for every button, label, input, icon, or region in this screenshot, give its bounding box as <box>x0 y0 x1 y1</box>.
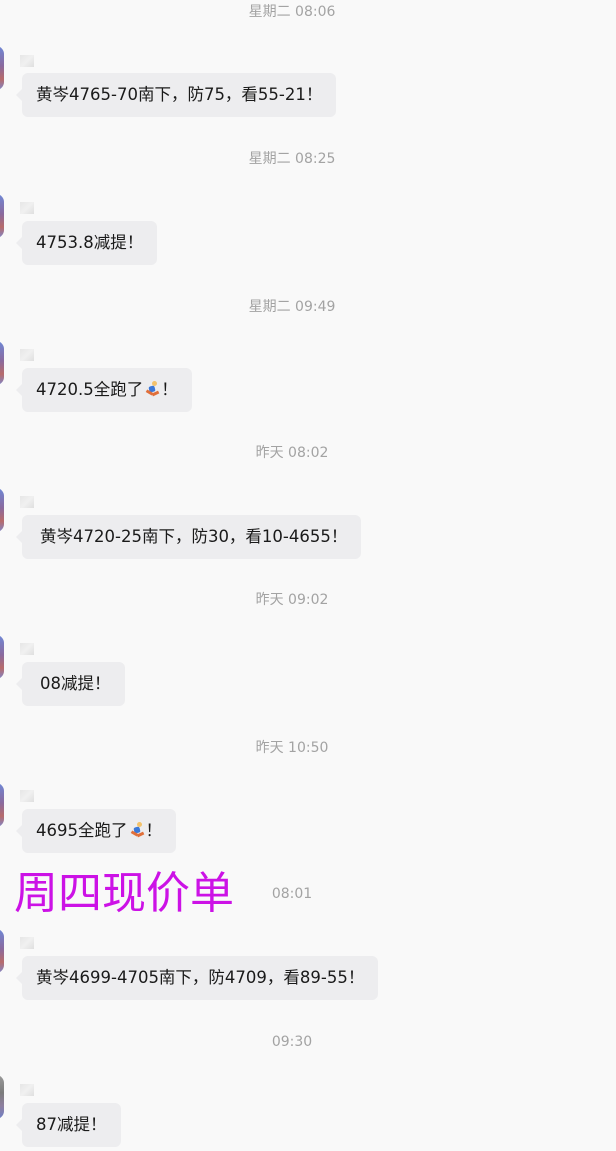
sender-avatar[interactable] <box>0 783 4 827</box>
sender-avatar[interactable] <box>0 929 4 973</box>
message-text: 4720.5全跑了 <box>36 380 144 399</box>
message-text: 黄岑4765-70南下，防75，看55-21！ <box>36 85 323 104</box>
message-bubble[interactable]: 黄岑4720-25南下，防30，看10-4655！ <box>15 515 362 559</box>
message-text: 黄岑4720-25南下，防30，看10-4655！ <box>40 527 348 546</box>
message-timestamp: 昨天 09:02 <box>255 592 329 608</box>
sender-avatar[interactable] <box>0 341 4 385</box>
sender-nickname <box>20 349 34 361</box>
message-text: 黄岑4699-4705南下，防4709，看89-55！ <box>36 968 365 987</box>
message-timestamp: 09:30 <box>271 1034 313 1050</box>
message-text: 08减提！ <box>40 674 111 693</box>
message-bubble[interactable]: 87减提！ <box>16 1103 121 1147</box>
message-timestamp: 星期二 09:49 <box>248 299 336 315</box>
message-bubble[interactable]: 4753.8减提！ <box>15 221 158 265</box>
sender-avatar[interactable] <box>0 194 4 238</box>
sender-avatar[interactable] <box>0 635 4 679</box>
running-person-icon <box>129 822 145 838</box>
sender-nickname <box>20 1084 34 1096</box>
sender-avatar[interactable] <box>0 488 4 532</box>
message-timestamp: 昨天 10:50 <box>255 740 329 756</box>
message-timestamp: 星期二 08:06 <box>248 4 336 20</box>
sender-avatar[interactable] <box>0 46 4 90</box>
message-timestamp: 昨天 08:02 <box>255 445 329 461</box>
message-bubble[interactable]: 黄岑4699-4705南下，防4709，看89-55！ <box>15 956 379 1000</box>
sender-nickname <box>20 202 34 214</box>
message-timestamp: 星期二 08:25 <box>248 151 336 167</box>
message-bubble[interactable]: 黄岑4765-70南下，防75，看55-21！ <box>15 73 337 117</box>
sender-nickname <box>20 790 34 802</box>
sender-nickname <box>20 55 34 67</box>
sender-nickname <box>20 937 34 949</box>
message-text-suffix: ！ <box>161 380 178 399</box>
sender-nickname <box>20 643 34 655</box>
message-text: 4753.8减提！ <box>36 233 144 252</box>
message-bubble[interactable]: 08减提！ <box>16 662 125 706</box>
message-text-suffix: ！ <box>145 821 163 840</box>
sender-avatar[interactable] <box>0 1075 4 1119</box>
running-person-icon <box>144 381 160 397</box>
message-bubble[interactable]: 4695全跑了 ！ <box>16 809 176 853</box>
message-timestamp: 08:01 <box>271 886 313 902</box>
sender-nickname <box>20 496 34 508</box>
message-bubble[interactable]: 4720.5全跑了 ！ <box>16 368 192 412</box>
message-text: 4695全跑了 <box>36 821 128 840</box>
message-text: 87减提！ <box>36 1115 107 1134</box>
